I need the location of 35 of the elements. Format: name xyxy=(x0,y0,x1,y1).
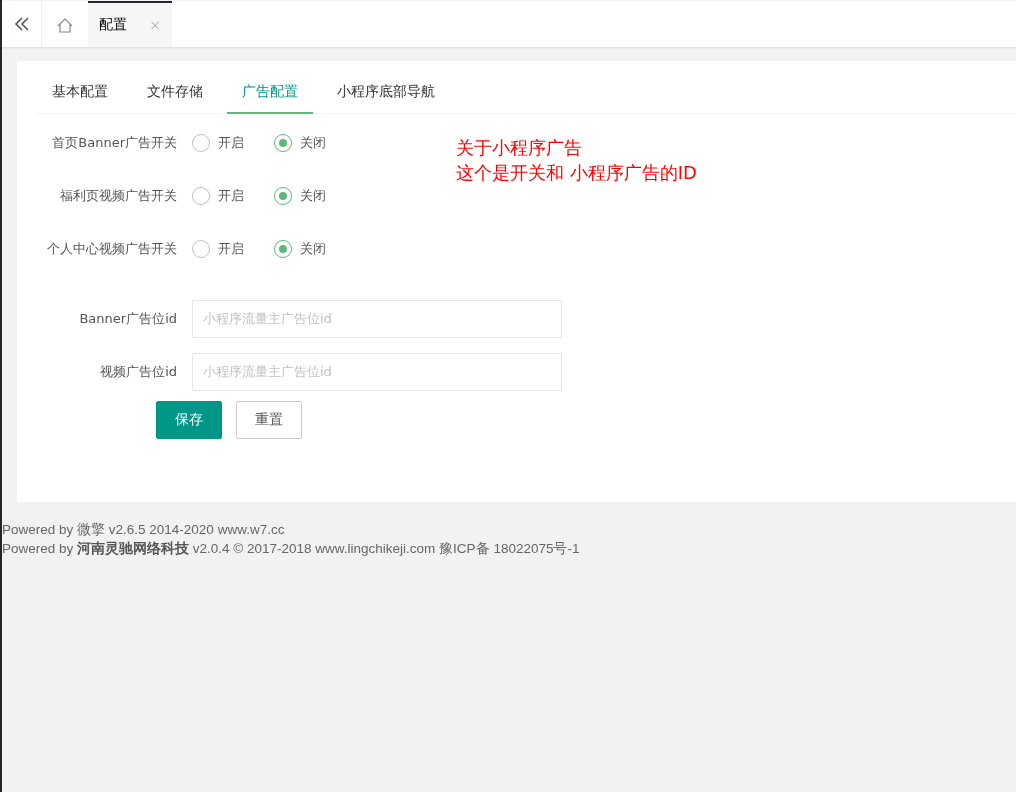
radio-label: 开启 xyxy=(218,187,244,205)
radio-option[interactable]: 关闭 xyxy=(274,239,356,259)
input-field[interactable]: 小程序流量主广告位id xyxy=(192,299,562,338)
home-icon xyxy=(57,17,73,33)
radio-label: 关闭 xyxy=(300,134,326,152)
settings-tab[interactable]: 文件存储 xyxy=(132,71,218,114)
annotation-text: 这个是开关和 小程序广告的ID xyxy=(456,161,697,185)
footer-text: Powered by 微擎 v2.6.5 2014-2020 www.w7.cc xyxy=(2,521,286,539)
save-button[interactable]: 保存 xyxy=(156,401,222,439)
double-chevron-icon xyxy=(13,17,30,31)
reset-button[interactable]: 重置 xyxy=(236,401,302,439)
collapse-button[interactable] xyxy=(2,1,42,47)
input-field[interactable]: 小程序流量主广告位id xyxy=(192,352,562,391)
radio-option[interactable]: 开启 xyxy=(192,133,274,153)
radio-option[interactable]: 开启 xyxy=(192,186,274,206)
radio-option[interactable]: 开启 xyxy=(192,239,274,259)
radio-label: 开启 xyxy=(218,240,244,258)
page-tab[interactable]: 配置 × xyxy=(88,1,172,47)
field-label: Banner广告位id xyxy=(78,309,178,328)
radio-option[interactable]: 关闭 xyxy=(274,186,356,206)
field-label: 视频广告位id xyxy=(99,362,178,381)
annotation-text: 关于小程序广告 xyxy=(456,136,583,160)
footer-text: Powered by 河南灵驰网络科技 v2.0.4 © 2017-2018 www.lingchikeji.com 豫ICP备 18022075号-1 xyxy=(2,540,581,558)
home-tab[interactable] xyxy=(42,1,88,47)
radio-label: 关闭 xyxy=(300,187,326,205)
field-label: 首页Banner广告开关 xyxy=(51,134,178,152)
radio-label: 开启 xyxy=(218,134,244,152)
field-label: 福利页视频广告开关 xyxy=(59,187,178,205)
radio-label: 关闭 xyxy=(300,240,326,258)
settings-tab[interactable]: 小程序底部导航 xyxy=(322,71,450,114)
tab-title: 配置 xyxy=(99,16,128,34)
settings-tab[interactable]: 基本配置 xyxy=(37,71,123,114)
settings-tab[interactable]: 广告配置 xyxy=(227,71,313,114)
field-label: 个人中心视频广告开关 xyxy=(46,240,178,258)
radio-option[interactable]: 关闭 xyxy=(274,133,356,153)
